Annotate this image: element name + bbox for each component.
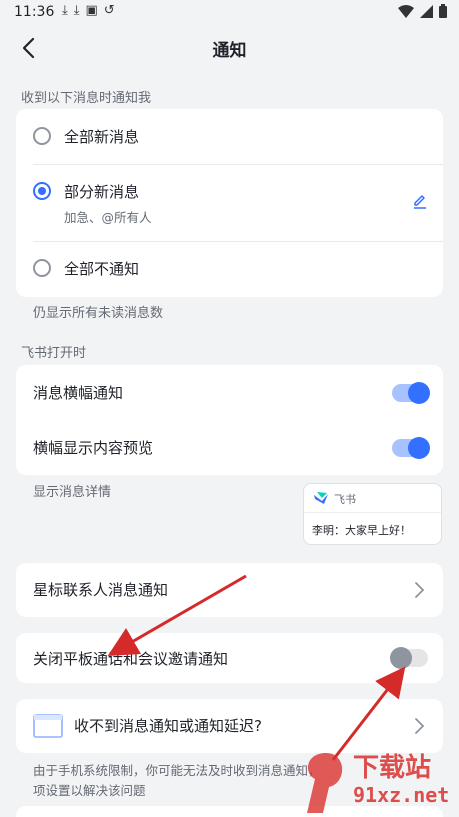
watermark-text: 下载站 xyxy=(353,753,432,783)
watermark-domain: 91xz.net xyxy=(353,783,450,807)
watermark: 下载站 91xz.net xyxy=(299,747,459,817)
annotation-arrows xyxy=(107,574,406,761)
annotation-arrow xyxy=(107,574,247,657)
watermark-logo-icon xyxy=(307,753,343,813)
